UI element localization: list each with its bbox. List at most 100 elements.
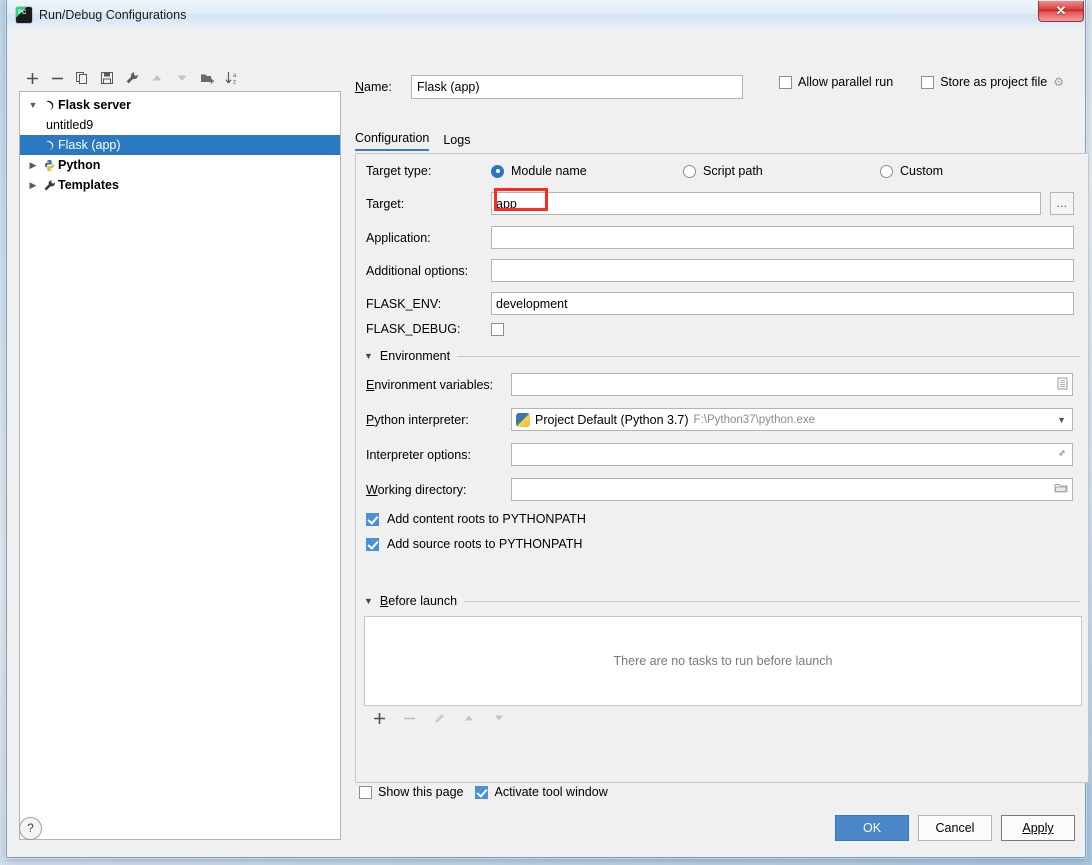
checkbox-box [921,75,935,89]
configuration-panel: Target type: Module name Script path Cus… [355,153,1089,783]
flask-env-input[interactable]: development [491,292,1074,315]
radio-script-path[interactable]: Script path [683,164,880,178]
environment-section-label: Environment [379,349,451,363]
environment-variables-row: Environment variables: [366,373,1078,396]
tab-configuration[interactable]: Configuration [355,131,430,151]
chevron-down-icon[interactable]: ▼ [364,596,373,606]
help-button[interactable]: ? [19,816,42,840]
interpreter-options-label: Interpreter options: [366,447,471,462]
tree-node-untitled9[interactable]: untitled9 [20,115,340,135]
additional-options-input[interactable] [491,259,1074,282]
dialog-buttons: OK Cancel Apply [835,815,1075,841]
flask-debug-row: FLASK_DEBUG: [366,322,504,336]
wrench-icon [40,179,58,192]
question-mark-icon: ? [27,821,34,835]
svg-text:z: z [233,80,236,86]
sort-configurations-button[interactable]: a z [221,67,243,89]
working-directory-input[interactable] [511,478,1073,501]
interpreter-options-input[interactable] [511,443,1073,466]
activate-tool-window-checkbox[interactable]: Activate tool window [475,785,608,799]
tree-node-flask-server[interactable]: ▼ Flask server [20,95,340,115]
move-task-up-button[interactable] [458,707,480,729]
flask-debug-label: FLASK_DEBUG: [366,322,461,336]
additional-options-label: Additional options: [366,263,469,278]
radio-module-name[interactable]: Module name [491,164,683,178]
flask-env-label: FLASK_ENV: [366,296,442,311]
tab-logs[interactable]: Logs [443,133,470,151]
bottom-options: Show this page Activate tool window [359,785,608,799]
flask-env-input-value: development [496,296,568,311]
show-this-page-checkbox[interactable]: Show this page [359,785,463,799]
chevron-down-icon[interactable]: ▼ [26,100,40,110]
add-configuration-button[interactable] [21,67,43,89]
checkbox-box [366,537,379,551]
target-input[interactable]: app [491,192,1041,215]
target-browse-button[interactable]: ... [1050,192,1074,215]
ok-button[interactable]: OK [835,815,909,841]
apply-button[interactable]: Apply [1001,815,1075,841]
flask-debug-checkbox[interactable] [491,322,504,336]
save-configuration-button[interactable] [96,67,118,89]
before-launch-tasks-list[interactable]: There are no tasks to run before launch [364,616,1082,706]
cancel-button[interactable]: Cancel [918,815,992,841]
tree-node-label: Flask server [58,98,131,112]
checkbox-box [475,785,489,799]
edit-task-button[interactable] [428,707,450,729]
environment-variables-input[interactable] [511,373,1073,396]
name-input-value: Flask (app) [417,80,480,94]
chevron-right-icon[interactable]: ▶ [26,180,40,191]
list-editor-icon[interactable] [1057,377,1068,393]
target-input-value: app [496,196,517,211]
run-debug-configurations-dialog: Run/Debug Configurations ✕ [6,0,1089,858]
copy-configuration-button[interactable] [71,67,93,89]
tab-label: Configuration [355,131,430,145]
name-label: Name: [355,80,392,94]
radio-label: Module name [511,164,587,178]
add-source-roots-checkbox[interactable]: Add source roots to PYTHONPATH [366,537,582,551]
store-as-project-file-checkbox[interactable]: Store as project file ⚙ [921,75,1066,89]
add-source-roots-label: Add source roots to PYTHONPATH [387,537,583,551]
target-type-label: Target type: [366,164,432,178]
flask-icon [40,139,58,152]
remove-configuration-button[interactable] [46,67,68,89]
move-down-button[interactable] [171,67,193,89]
new-folder-button[interactable] [196,67,218,89]
target-type-row: Target type: Module name Script path Cus… [366,164,1078,178]
checkbox-box [366,512,379,526]
python-interpreter-select[interactable]: Project Default (Python 3.7) F:\Python37… [511,408,1073,431]
move-up-button[interactable] [146,67,168,89]
configurations-tree-pane: ▼ Flask server untitled9 Flask (app) ▶ P… [19,91,341,840]
add-task-button[interactable] [368,707,390,729]
name-input[interactable]: Flask (app) [411,75,743,99]
python-interpreter-path: F:\Python37\python.exe [693,413,816,426]
tree-node-python[interactable]: ▶ Python [20,155,340,175]
folder-icon[interactable] [1054,482,1068,497]
application-row: Application: [366,226,1078,249]
add-content-roots-label: Add content roots to PYTHONPATH [387,512,586,526]
allow-parallel-run-label: Allow parallel run [798,75,894,89]
ellipsis-icon: ... [1056,197,1068,210]
radio-custom[interactable]: Custom [880,164,943,178]
close-button[interactable]: ✕ [1038,1,1084,22]
title-bar: Run/Debug Configurations ✕ [7,0,1085,30]
radio-indicator [683,164,696,178]
dialog-footer: ? OK Cancel Apply [19,807,1075,849]
remove-task-button[interactable] [398,707,420,729]
gear-icon[interactable]: ⚙ [1053,75,1066,89]
chevron-down-icon[interactable]: ▼ [1057,415,1068,425]
add-content-roots-checkbox[interactable]: Add content roots to PYTHONPATH [366,512,586,526]
tree-node-templates[interactable]: ▶ Templates [20,175,340,195]
move-task-down-button[interactable] [488,707,510,729]
allow-parallel-run-checkbox[interactable]: Allow parallel run [779,75,893,89]
header-options: Allow parallel run Store as project file… [779,75,1066,89]
before-launch-toolbar [364,706,510,730]
chevron-right-icon[interactable]: ▶ [26,160,40,171]
working-directory-row: Working directory: [366,478,1078,501]
dialog-content: a z ▼ Flask server untitled9 Flask (app)… [7,29,1089,857]
application-input[interactable] [491,226,1074,249]
edit-templates-wrench-button[interactable] [121,67,143,89]
expand-icon[interactable] [1056,447,1068,462]
tree-node-flask-app[interactable]: Flask (app) [20,135,340,155]
checkbox-box [359,785,372,799]
chevron-down-icon[interactable]: ▼ [364,351,373,361]
